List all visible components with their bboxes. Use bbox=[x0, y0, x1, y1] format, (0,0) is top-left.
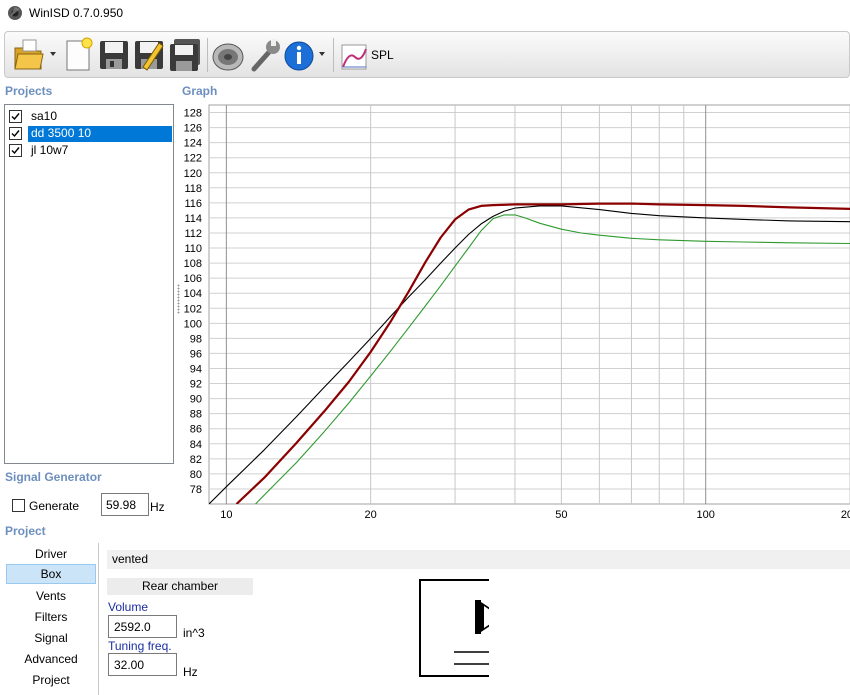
project-item[interactable]: dd 3500 10 bbox=[8, 125, 173, 142]
save-all-icon bbox=[170, 39, 200, 71]
new-project-button[interactable] bbox=[63, 37, 95, 73]
tuning-freq-unit: Hz bbox=[183, 665, 198, 679]
project-header: Project bbox=[5, 524, 46, 538]
nav-filters[interactable]: Filters bbox=[6, 607, 96, 627]
checkmark-icon bbox=[11, 113, 20, 121]
driver-editor-button[interactable] bbox=[211, 37, 245, 73]
nav-divider bbox=[98, 543, 99, 695]
toolbar-separator bbox=[333, 38, 334, 72]
y-tick-label: 98 bbox=[190, 333, 202, 345]
save-button[interactable] bbox=[98, 37, 130, 73]
y-tick-label: 104 bbox=[184, 288, 202, 300]
x-tick-label: 10 bbox=[220, 509, 232, 521]
y-tick-label: 78 bbox=[190, 484, 202, 496]
save-icon bbox=[100, 41, 128, 69]
save-as-button[interactable] bbox=[133, 37, 165, 73]
project-checkbox[interactable] bbox=[9, 144, 22, 157]
info-button[interactable] bbox=[283, 37, 315, 73]
open-folder-icon bbox=[14, 39, 44, 70]
y-tick-label: 128 bbox=[184, 108, 202, 120]
spl-graph[interactable]: 78 80 82 84 86 88 90 92 94 96 98 100 102 104 106 108 110… bbox=[180, 100, 850, 525]
volume-label: Volume bbox=[108, 600, 149, 614]
y-tick-label: 84 bbox=[190, 439, 202, 451]
toolbar-separator bbox=[207, 38, 208, 72]
y-tick-label: 94 bbox=[190, 363, 202, 375]
y-tick-label: 112 bbox=[184, 228, 202, 240]
nav-signal[interactable]: Signal bbox=[6, 628, 96, 648]
project-checkbox[interactable] bbox=[9, 110, 22, 123]
volume-unit: in^3 bbox=[183, 626, 205, 640]
checkmark-icon bbox=[11, 130, 20, 138]
y-tick-label: 82 bbox=[190, 454, 202, 466]
projects-list[interactable]: sa10 dd 3500 10 jl 10w7 bbox=[4, 104, 174, 464]
options-button[interactable] bbox=[248, 37, 282, 73]
y-tick-label: 110 bbox=[184, 243, 202, 255]
box-diagram bbox=[419, 578, 498, 678]
project-item[interactable]: jl 10w7 bbox=[8, 142, 173, 158]
y-tick-label: 118 bbox=[184, 183, 202, 195]
signal-generator-header: Signal Generator bbox=[5, 470, 102, 484]
x-tick-label: 100 bbox=[697, 509, 715, 521]
y-tick-label: 122 bbox=[184, 153, 202, 165]
nav-vents[interactable]: Vents bbox=[6, 586, 96, 606]
graph-header: Graph bbox=[182, 84, 218, 98]
y-tick-label: 106 bbox=[184, 273, 202, 285]
y-tick-label: 86 bbox=[190, 424, 202, 436]
driver-editor-icon bbox=[212, 43, 244, 71]
volume-input[interactable] bbox=[108, 615, 177, 638]
options-icon bbox=[251, 39, 280, 72]
winisd-app-icon bbox=[8, 6, 22, 20]
projects-header: Projects bbox=[5, 84, 53, 98]
nav-project[interactable]: Project bbox=[6, 670, 96, 690]
nav-box[interactable]: Box bbox=[6, 564, 96, 584]
save-all-button[interactable] bbox=[168, 37, 202, 73]
tuning-freq-input[interactable] bbox=[108, 653, 177, 676]
generate-checkbox[interactable] bbox=[12, 499, 25, 512]
spl-graph-button[interactable] bbox=[339, 37, 369, 73]
spl-graph-icon bbox=[341, 44, 367, 70]
y-tick-label: 90 bbox=[190, 394, 202, 406]
y-tick-label: 88 bbox=[190, 409, 202, 421]
project-label[interactable]: jl 10w7 bbox=[28, 143, 71, 159]
x-tick-label: 200 bbox=[841, 509, 850, 521]
checkmark-icon bbox=[11, 147, 20, 155]
spl-label[interactable]: SPL bbox=[371, 48, 394, 62]
generator-frequency-input[interactable] bbox=[101, 493, 149, 516]
new-project-icon bbox=[66, 37, 93, 71]
y-tick-label: 124 bbox=[184, 138, 202, 150]
open-dropdown-arrow[interactable] bbox=[50, 52, 56, 56]
tuning-freq-label: Tuning freq. bbox=[108, 639, 172, 653]
nav-advanced[interactable]: Advanced bbox=[6, 649, 96, 669]
y-tick-label: 116 bbox=[184, 198, 202, 210]
generate-label[interactable]: Generate bbox=[29, 499, 79, 513]
nav-driver[interactable]: Driver bbox=[6, 544, 96, 564]
info-icon bbox=[284, 41, 314, 71]
y-tick-label: 80 bbox=[190, 469, 202, 481]
project-checkbox[interactable] bbox=[9, 127, 22, 140]
y-tick-label: 126 bbox=[184, 123, 202, 135]
project-label[interactable]: dd 3500 10 bbox=[28, 126, 172, 142]
open-button[interactable] bbox=[13, 37, 45, 73]
y-tick-label: 108 bbox=[184, 258, 202, 270]
info-dropdown-arrow[interactable] bbox=[319, 52, 325, 56]
x-tick-label: 20 bbox=[365, 509, 377, 521]
rear-chamber-header: Rear chamber bbox=[107, 578, 253, 595]
toolbar: SPL bbox=[4, 31, 850, 78]
box-type-selector[interactable]: vented bbox=[107, 550, 850, 569]
y-tick-label: 96 bbox=[190, 348, 202, 360]
window-title: WinISD 0.7.0.950 bbox=[29, 6, 124, 20]
y-tick-label: 114 bbox=[184, 213, 202, 225]
title-bar: WinISD 0.7.0.950 bbox=[0, 0, 850, 30]
y-tick-label: 100 bbox=[184, 318, 202, 330]
save-as-icon bbox=[135, 41, 164, 71]
x-tick-label: 50 bbox=[555, 509, 567, 521]
project-label[interactable]: sa10 bbox=[28, 109, 60, 125]
y-tick-label: 120 bbox=[184, 168, 202, 180]
y-tick-label: 102 bbox=[184, 303, 202, 315]
project-item[interactable]: sa10 bbox=[8, 108, 173, 124]
generator-unit: Hz bbox=[150, 500, 165, 514]
y-tick-label: 92 bbox=[190, 379, 202, 391]
